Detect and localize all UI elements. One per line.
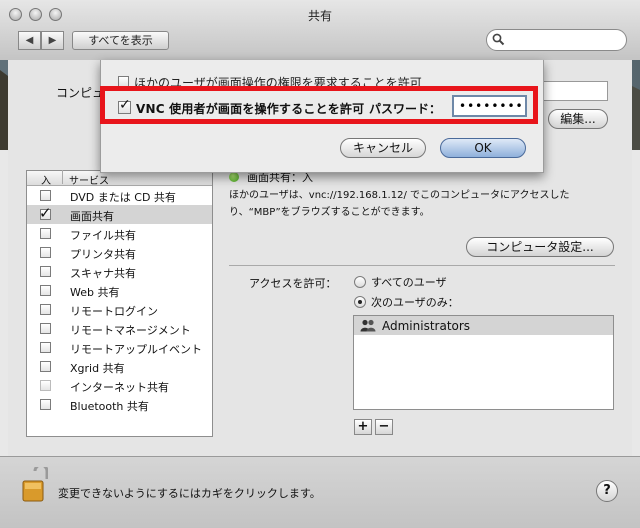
user-list[interactable]: Administrators: [353, 315, 614, 410]
service-checkbox[interactable]: [40, 361, 51, 372]
service-label: リモートマネージメント: [70, 324, 191, 337]
service-list[interactable]: 入 サービス DVD または CD 共有 ✓ 画面共有 ファイル共有 プリンタ共…: [26, 170, 213, 437]
service-label: リモートログイン: [70, 305, 158, 318]
checkmark-icon: ✓: [39, 204, 52, 222]
service-row-bluetooth[interactable]: Bluetooth 共有: [27, 395, 212, 414]
service-label: リモートアップルイベント: [70, 343, 202, 356]
service-row-xgrid[interactable]: Xgrid 共有: [27, 357, 212, 376]
service-row-remote-management[interactable]: リモートマネージメント: [27, 319, 212, 338]
service-label: ファイル共有: [70, 229, 136, 242]
description-line-2: り、“MBP”をブラウズすることができます。: [229, 207, 430, 218]
preferences-window: 共有 ◀ ▶ すべてを表示 コンピュ 編集... 入 サービス DVD または …: [0, 0, 640, 528]
service-label: スキャナ共有: [70, 267, 136, 280]
help-button[interactable]: ?: [596, 480, 618, 502]
service-label: DVD または CD 共有: [70, 191, 176, 204]
sharing-description: ほかのユーザは、vnc://192.168.1.12/ でこのコンピュータにアク…: [229, 187, 609, 221]
service-row-printer-sharing[interactable]: プリンタ共有: [27, 243, 212, 262]
back-button[interactable]: ◀: [18, 31, 41, 50]
service-checkbox[interactable]: [40, 380, 51, 391]
lock-icon[interactable]: [22, 467, 48, 503]
show-all-button[interactable]: すべてを表示: [72, 31, 169, 50]
header-on: 入: [41, 176, 51, 187]
service-row-internet-sharing[interactable]: インターネット共有: [27, 376, 212, 395]
service-row-scanner-sharing[interactable]: スキャナ共有: [27, 262, 212, 281]
search-icon: [492, 33, 505, 46]
service-checkbox[interactable]: [40, 266, 51, 277]
access-label: アクセスを許可：: [249, 277, 337, 290]
computer-settings-button[interactable]: コンピュータ設定...: [466, 237, 614, 257]
service-label: Xgrid 共有: [70, 362, 125, 375]
service-checkbox[interactable]: [40, 342, 51, 353]
list-header: 入 サービス: [27, 170, 212, 187]
service-checkbox[interactable]: [40, 285, 51, 296]
service-label: 画面共有: [70, 210, 114, 223]
header-service: サービス: [69, 176, 109, 187]
remove-user-button[interactable]: −: [375, 419, 393, 435]
service-row-web-sharing[interactable]: Web 共有: [27, 281, 212, 300]
service-label: Web 共有: [70, 286, 120, 299]
divider: [229, 265, 615, 266]
service-checkbox[interactable]: [40, 399, 51, 410]
radio-all-users-label[interactable]: すべてのユーザ: [371, 274, 447, 290]
ok-button[interactable]: OK: [440, 138, 526, 158]
service-checkbox[interactable]: [40, 228, 51, 239]
service-checkbox[interactable]: [40, 304, 51, 315]
service-checkbox[interactable]: [40, 190, 51, 201]
service-label: Bluetooth 共有: [70, 400, 149, 413]
radio-only-users[interactable]: [354, 296, 366, 308]
edit-button[interactable]: 編集...: [548, 109, 608, 129]
computer-name-field[interactable]: [540, 81, 608, 101]
radio-only-users-label[interactable]: 次のユーザのみ：: [371, 294, 459, 310]
service-label: プリンタ共有: [70, 248, 136, 261]
status-indicator-icon: [229, 172, 239, 182]
window-title: 共有: [307, 9, 332, 23]
cancel-button[interactable]: キャンセル: [340, 138, 426, 158]
group-users-icon: [360, 319, 376, 332]
search-field[interactable]: [486, 29, 627, 51]
service-row-screen-sharing[interactable]: ✓ 画面共有: [27, 204, 212, 224]
add-user-button[interactable]: +: [354, 419, 372, 435]
computer-name-label: コンピュ: [56, 86, 105, 100]
service-checkbox[interactable]: [40, 247, 51, 258]
service-row-remote-login[interactable]: リモートログイン: [27, 300, 212, 319]
title-bar: 共有 ◀ ▶ すべてを表示: [0, 0, 640, 61]
user-label: Administrators: [382, 319, 471, 333]
description-line-1: ほかのユーザは、vnc://192.168.1.12/ でこのコンピュータにアク…: [229, 190, 570, 201]
service-row-dvd[interactable]: DVD または CD 共有: [27, 186, 212, 205]
service-label: インターネット共有: [70, 381, 169, 394]
highlight-annotation-box: [100, 86, 538, 124]
user-row[interactable]: Administrators: [354, 316, 613, 335]
service-row-remote-apple-events[interactable]: リモートアップルイベント: [27, 338, 212, 357]
lock-text: 変更できないようにするにはカギをクリックします。: [58, 487, 321, 500]
radio-selected-dot: [358, 300, 362, 304]
service-row-file-sharing[interactable]: ファイル共有: [27, 224, 212, 243]
forward-button[interactable]: ▶: [41, 31, 64, 50]
service-checkbox[interactable]: [40, 323, 51, 334]
radio-all-users[interactable]: [354, 276, 366, 288]
